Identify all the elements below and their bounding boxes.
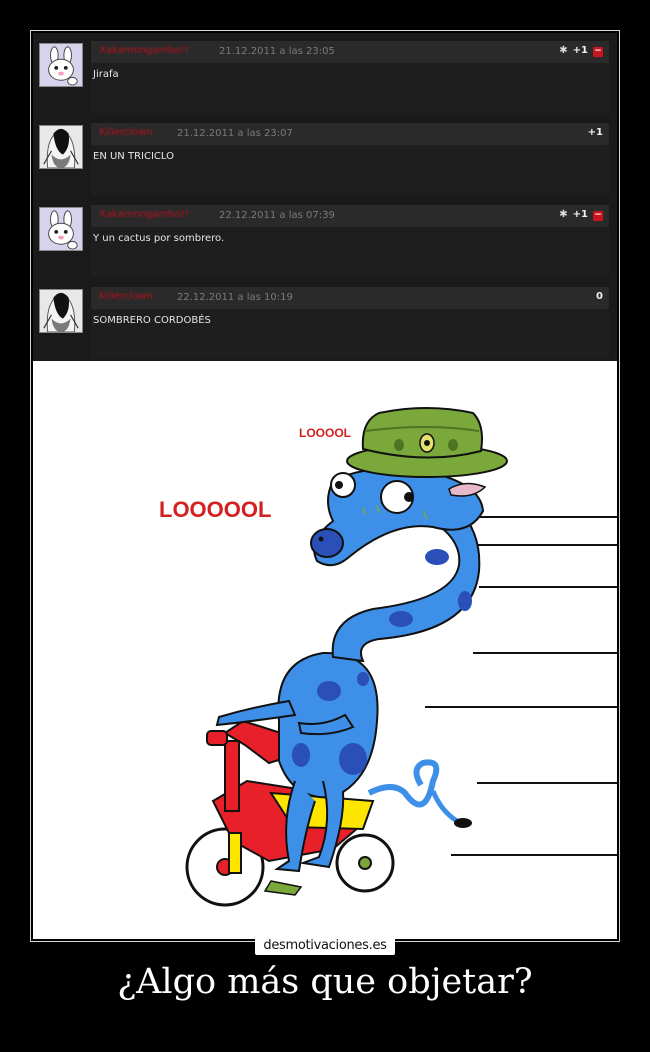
giraffe-nose (310, 528, 344, 558)
drawing-label-big: LOOOOOL (159, 497, 271, 522)
speed-lines (425, 516, 617, 856)
avatar-clown[interactable] (39, 125, 83, 169)
comment-score: ✱ +1− (559, 209, 603, 221)
avatar-bunny[interactable] (39, 43, 83, 87)
comment-username[interactable]: Killerclown (99, 127, 153, 138)
report-flag-icon[interactable]: ✱ (559, 209, 567, 220)
cactus-hat (346, 407, 508, 478)
comment-date: 22.12.2011 a las 10:19 (177, 292, 293, 303)
giraffe-drawing: LOOOOL LOOOOOL (33, 361, 617, 939)
avatar-clown[interactable] (39, 289, 83, 333)
comment-username[interactable]: Killerclown (99, 291, 153, 302)
comment-header: Killerclown 21.12.2011 a las 23:07 +1 (91, 123, 609, 145)
comment-text: EN UN TRICICLO (93, 151, 174, 162)
site-watermark: desmotivaciones.es (0, 934, 650, 955)
comment: Xakamongambo!! 22.12.2011 a las 07:39 ✱ +… (33, 201, 617, 281)
comment-text: Jirafa (93, 69, 119, 80)
avatar-bunny[interactable] (39, 207, 83, 251)
comment-header: Xakamongambo!! 22.12.2011 a las 07:39 ✱ +… (91, 205, 609, 227)
report-flag-icon[interactable]: ✱ (559, 45, 567, 56)
score-value[interactable]: 0 (596, 291, 603, 302)
comment-text: Y un cactus por sombrero. (93, 233, 225, 244)
score-value[interactable]: +1 (573, 45, 588, 56)
comment: Xakamongambo!! 21.12.2011 a las 23:05 ✱ +… (33, 37, 617, 117)
comment-thread: Xakamongambo!! 21.12.2011 a las 23:05 ✱ +… (33, 33, 617, 363)
score-value[interactable]: +1 (588, 127, 603, 138)
giraffe-illustration: LOOOOL LOOOOOL (159, 407, 617, 907)
comment-header: Xakamongambo!! 21.12.2011 a las 23:05 ✱ +… (91, 41, 609, 63)
drawing-label-small: LOOOOL (299, 426, 351, 440)
comment-score: ✱ +1− (559, 45, 603, 57)
comment-text: SOMBRERO CORDOBÉS (93, 315, 211, 326)
comment-body (91, 63, 609, 113)
comment-header: Killerclown 22.12.2011 a las 10:19 0 (91, 287, 609, 309)
vote-down-button[interactable]: − (593, 211, 603, 221)
comment-score: +1 (588, 127, 603, 138)
score-value[interactable]: +1 (573, 209, 588, 220)
comment-username[interactable]: Xakamongambo!! (99, 209, 189, 220)
poster-frame: Xakamongambo!! 21.12.2011 a las 23:05 ✱ +… (30, 30, 620, 942)
watermark-text[interactable]: desmotivaciones.es (255, 937, 395, 955)
comment: Killerclown 22.12.2011 a las 10:19 0 SOM… (33, 283, 617, 363)
poster-caption: ¿Algo más que objetar? (117, 962, 533, 1002)
giraffe-tail (367, 759, 440, 808)
tail-tuft (454, 818, 472, 828)
comment-username[interactable]: Xakamongambo!! (99, 45, 189, 56)
comment-score: 0 (596, 291, 603, 302)
comment-date: 21.12.2011 a las 23:07 (177, 128, 293, 139)
comment: Killerclown 21.12.2011 a las 23:07 +1 EN… (33, 119, 617, 199)
vote-down-button[interactable]: − (593, 47, 603, 57)
comment-date: 22.12.2011 a las 07:39 (219, 210, 335, 221)
comment-date: 21.12.2011 a las 23:05 (219, 46, 335, 57)
